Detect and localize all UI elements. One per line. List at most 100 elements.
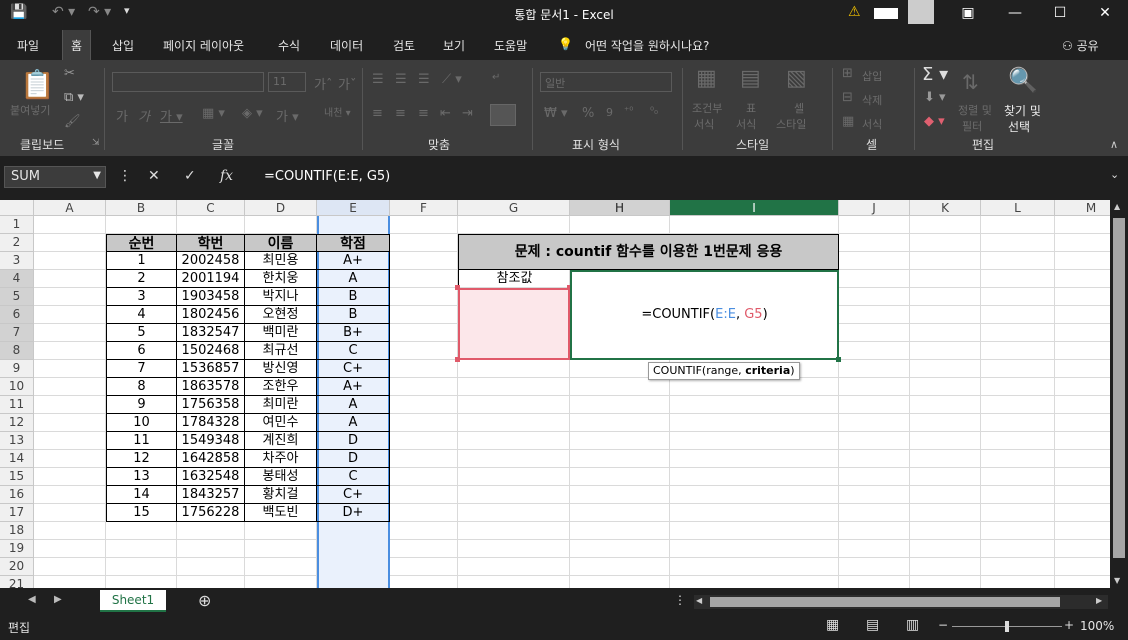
table-cell[interactable]: 1863578 [177, 378, 245, 396]
formula-edit-cell[interactable]: =COUNTIF(E:E, G5) [570, 270, 839, 360]
table-cell[interactable]: 차주아 [245, 450, 317, 468]
vertical-scrollbar[interactable]: ▲ ▼ [1110, 200, 1128, 588]
function-tooltip[interactable]: COUNTIF(range, criteria) [648, 362, 800, 380]
table-cell[interactable]: 계진희 [245, 432, 317, 450]
row-header-16[interactable]: 16 [0, 486, 34, 504]
resize-handle[interactable] [455, 357, 460, 362]
prev-sheet-icon[interactable]: ◀ [28, 594, 36, 605]
zoom-out-icon[interactable]: − [938, 618, 948, 632]
table-cell[interactable]: D+ [317, 504, 390, 522]
table-cell[interactable]: 3 [106, 288, 177, 306]
decrease-decimal-icon[interactable]: ⁰₀ [650, 106, 658, 117]
table-cell[interactable]: 12 [106, 450, 177, 468]
column-header-i[interactable]: I [670, 200, 839, 216]
avatar[interactable] [908, 0, 934, 24]
table-cell[interactable]: 박지나 [245, 288, 317, 306]
column-header-f[interactable]: F [390, 200, 458, 216]
phonetic-icon[interactable]: 내천 ▾ [324, 104, 351, 119]
add-sheet-icon[interactable]: ⊕ [198, 591, 211, 610]
sort-filter-label[interactable]: 정렬 및 [958, 102, 992, 118]
shrink-font-icon[interactable]: 가ˇ [338, 74, 356, 93]
align-top-icon[interactable]: ☰ [372, 72, 384, 87]
align-bottom-icon[interactable]: ☰ [418, 72, 430, 87]
tab-insert[interactable]: 삽입 [112, 37, 134, 54]
column-header-a[interactable]: A [34, 200, 106, 216]
table-cell[interactable]: 여민수 [245, 414, 317, 432]
font-size-select[interactable]: 11 [268, 72, 306, 92]
table-cell[interactable]: 한치웅 [245, 270, 317, 288]
table-cell[interactable]: D [317, 432, 390, 450]
table-cell[interactable]: C+ [317, 360, 390, 378]
align-center-icon[interactable]: ≡ [395, 106, 406, 121]
table-cell[interactable]: 1642858 [177, 450, 245, 468]
conditional-format-label-2[interactable]: 서식 [694, 116, 714, 132]
cancel-icon[interactable]: ✕ [148, 168, 160, 184]
column-header-l[interactable]: L [981, 200, 1055, 216]
maximize-button[interactable]: ☐ [1040, 3, 1080, 25]
align-right-icon[interactable]: ≡ [418, 106, 429, 121]
delete-cells-label[interactable]: 삭제 [862, 92, 882, 108]
fill-icon[interactable]: ⬇ ▾ [924, 90, 946, 105]
table-cell[interactable]: 황치걸 [245, 486, 317, 504]
zoom-level[interactable]: 100% [1080, 619, 1114, 633]
accounting-format-icon[interactable]: ₩ ▾ [544, 106, 568, 121]
clipboard-launcher-icon[interactable]: ⇲ [92, 138, 100, 148]
format-cells-label[interactable]: 서식 [862, 116, 882, 132]
format-cells-icon[interactable]: ▦ [842, 114, 854, 129]
warning-icon[interactable]: ⚠ [848, 4, 861, 20]
grow-font-icon[interactable]: 가ˆ [314, 74, 332, 93]
cell-style-label-2[interactable]: 스타일 [776, 116, 806, 132]
row-header-14[interactable]: 14 [0, 450, 34, 468]
insert-cells-label[interactable]: 삽입 [862, 68, 882, 84]
tab-review[interactable]: 검토 [393, 37, 415, 54]
table-header-cell[interactable]: 이름 [245, 234, 317, 252]
formula-input[interactable]: =COUNTIF(E:E, G5) [250, 166, 1126, 188]
tab-file[interactable]: 파일 [17, 37, 39, 54]
page-break-icon[interactable]: ▥ [906, 617, 919, 633]
find-select-icon[interactable]: 🔍 [1008, 66, 1038, 94]
table-cell[interactable]: 1536857 [177, 360, 245, 378]
table-header-cell[interactable]: 학점 [317, 234, 390, 252]
decrease-indent-icon[interactable]: ⇤ [440, 106, 451, 121]
fill-handle[interactable] [836, 357, 841, 362]
tab-help[interactable]: 도움말 [494, 37, 527, 54]
zoom-slider-thumb[interactable] [1005, 621, 1009, 632]
table-cell[interactable]: 6 [106, 342, 177, 360]
table-cell[interactable]: 14 [106, 486, 177, 504]
tab-formulas[interactable]: 수식 [278, 37, 300, 54]
font-color-icon[interactable]: 가 ▾ [276, 106, 299, 125]
table-cell[interactable]: 최민용 [245, 252, 317, 270]
table-cell[interactable]: 1756358 [177, 396, 245, 414]
bold-icon[interactable]: 가 [116, 106, 128, 125]
row-header-12[interactable]: 12 [0, 414, 34, 432]
table-header-cell[interactable]: 순번 [106, 234, 177, 252]
column-header-j[interactable]: J [839, 200, 910, 216]
table-cell[interactable]: B+ [317, 324, 390, 342]
table-cell[interactable]: A+ [317, 252, 390, 270]
tab-view[interactable]: 보기 [443, 37, 465, 54]
increase-decimal-icon[interactable]: ⁺⁰ [624, 106, 633, 117]
horizontal-scrollbar[interactable]: ◀ ▶ [694, 595, 1108, 609]
font-family-select[interactable] [112, 72, 264, 92]
column-header-m[interactable]: M [1055, 200, 1110, 216]
tab-page-layout[interactable]: 페이지 레이아웃 [163, 37, 244, 54]
row-header-6[interactable]: 6 [0, 306, 34, 324]
row-header-8[interactable]: 8 [0, 342, 34, 360]
row-header-17[interactable]: 17 [0, 504, 34, 522]
column-header-h[interactable]: H [570, 200, 670, 216]
find-select-label-2[interactable]: 선택 [1008, 118, 1030, 135]
row-header-19[interactable]: 19 [0, 540, 34, 558]
table-cell[interactable]: 백미란 [245, 324, 317, 342]
table-cell[interactable]: 7 [106, 360, 177, 378]
table-cell[interactable]: 1 [106, 252, 177, 270]
sort-filter-icon[interactable]: ⇅ [962, 70, 979, 94]
table-cell[interactable]: 1549348 [177, 432, 245, 450]
tab-home[interactable]: 홈 [62, 30, 92, 60]
table-cell[interactable]: 백도빈 [245, 504, 317, 522]
align-middle-icon[interactable]: ☰ [395, 72, 407, 87]
row-header-9[interactable]: 9 [0, 360, 34, 378]
row-header-1[interactable]: 1 [0, 216, 34, 234]
table-cell[interactable]: 9 [106, 396, 177, 414]
table-cell[interactable]: 8 [106, 378, 177, 396]
table-cell[interactable]: 봉태성 [245, 468, 317, 486]
